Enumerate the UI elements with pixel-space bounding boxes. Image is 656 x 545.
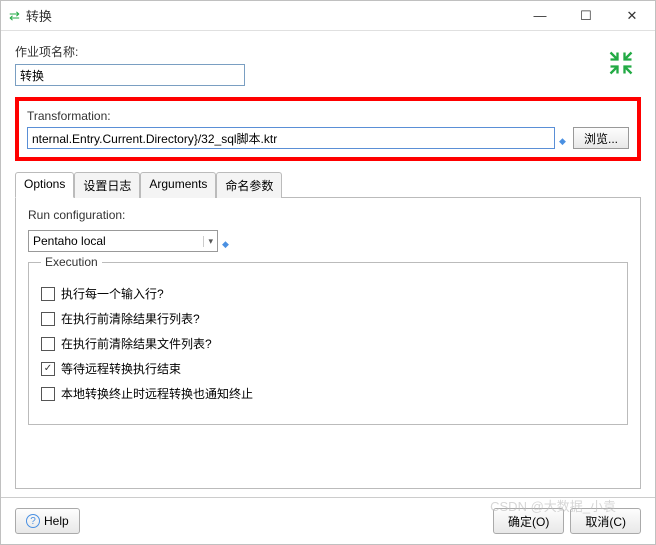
browse-button[interactable]: 浏览... [573, 127, 629, 149]
tab-params[interactable]: 命名参数 [216, 172, 282, 198]
tab-label: Options [24, 177, 65, 191]
tab-options[interactable]: Options [15, 172, 74, 198]
collapse-icon[interactable] [601, 43, 641, 89]
content-area: 作业项名称: Transformation: 浏览... Optio [1, 31, 655, 497]
exec-row-3: 等待远程转换执行结束 [41, 360, 615, 377]
runconfig-select[interactable]: Pentaho local ▾ [28, 230, 218, 252]
checkbox-label: 在执行前清除结果行列表? [61, 310, 200, 327]
checkbox-label: 等待远程转换执行结束 [61, 360, 181, 377]
checkbox-label: 执行每一个输入行? [61, 285, 164, 302]
execution-fieldset: Execution 执行每一个输入行? 在执行前清除结果行列表? 在执行前清除结… [28, 262, 628, 425]
exec-row-0: 执行每一个输入行? [41, 285, 615, 302]
help-button[interactable]: ? Help [15, 508, 80, 534]
transform-icon: ⇄ [9, 8, 20, 24]
tab-logging[interactable]: 设置日志 [74, 172, 140, 198]
transformation-label: Transformation: [27, 109, 629, 123]
tab-label: Arguments [149, 177, 207, 191]
checkbox[interactable] [41, 287, 55, 301]
runconfig-label: Run configuration: [28, 208, 628, 222]
window-title: 转换 [26, 6, 517, 25]
exec-row-1: 在执行前清除结果行列表? [41, 310, 615, 327]
footer: ? Help 确定(O) 取消(C) [1, 497, 655, 544]
tab-panel: Run configuration: Pentaho local ▾ Execu… [15, 198, 641, 489]
variable-icon [559, 133, 569, 143]
help-label: Help [44, 514, 69, 528]
runconfig-row: Pentaho local ▾ [28, 230, 628, 252]
jobname-block: 作业项名称: [15, 43, 601, 89]
tab-arguments[interactable]: Arguments [140, 172, 216, 198]
exec-row-4: 本地转换终止时远程转换也通知终止 [41, 385, 615, 402]
checkbox[interactable] [41, 337, 55, 351]
chevron-down-icon: ▾ [203, 236, 213, 247]
exec-row-2: 在执行前清除结果文件列表? [41, 335, 615, 352]
maximize-button[interactable]: ☐ [563, 1, 609, 31]
runconfig-value: Pentaho local [33, 234, 106, 248]
transformation-input[interactable] [27, 127, 555, 149]
checkbox[interactable] [41, 362, 55, 376]
tab-label: 设置日志 [83, 179, 131, 193]
checkbox-label: 在执行前清除结果文件列表? [61, 335, 212, 352]
variable-icon [222, 236, 232, 246]
checkbox[interactable] [41, 312, 55, 326]
transformation-row: 浏览... [27, 127, 629, 149]
jobname-label: 作业项名称: [15, 43, 601, 60]
checkbox-label: 本地转换终止时远程转换也通知终止 [61, 385, 253, 402]
close-button[interactable]: ✕ [609, 1, 655, 31]
titlebar: ⇄ 转换 — ☐ ✕ [1, 1, 655, 31]
cancel-button[interactable]: 取消(C) [570, 508, 641, 534]
top-row: 作业项名称: [15, 43, 641, 89]
tab-label: 命名参数 [225, 179, 273, 193]
jobname-input[interactable] [15, 64, 245, 86]
transformation-highlight: Transformation: 浏览... [15, 97, 641, 161]
minimize-button[interactable]: — [517, 1, 563, 31]
ok-button[interactable]: 确定(O) [493, 508, 564, 534]
tab-row: Options 设置日志 Arguments 命名参数 [15, 171, 641, 198]
execution-body: 执行每一个输入行? 在执行前清除结果行列表? 在执行前清除结果文件列表? 等待远… [41, 285, 615, 402]
execution-legend: Execution [41, 255, 102, 269]
dialog-window: ⇄ 转换 — ☐ ✕ 作业项名称: Transformation: [0, 0, 656, 545]
checkbox[interactable] [41, 387, 55, 401]
help-icon: ? [26, 514, 40, 528]
